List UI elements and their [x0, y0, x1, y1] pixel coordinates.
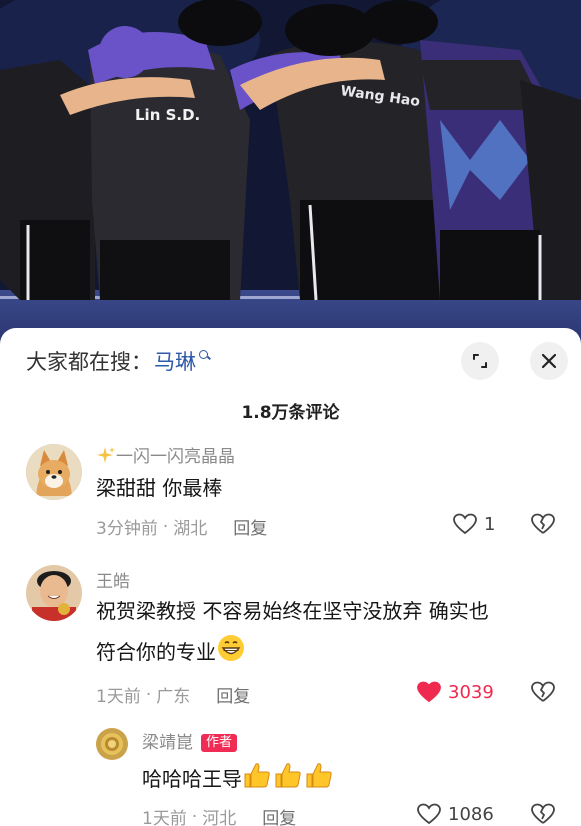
trending-search-term[interactable]: 马琳 — [154, 346, 196, 376]
comment-time: 1天前 — [96, 687, 141, 707]
like-count: 1 — [484, 513, 496, 535]
comment-sheet: 大家都在搜： 马琳 1.8万条评论 一闪一闪亮晶晶 梁甜甜 你最棒 3分钟前 ·… — [0, 328, 581, 826]
reply-button[interactable]: 回复 — [233, 514, 267, 539]
comment-meta: 3分钟前 · 湖北 回复 — [96, 514, 267, 540]
like-count: 1086 — [448, 803, 494, 825]
comment-text: 哈哈哈王导 — [142, 767, 242, 791]
video-frame[interactable]: Lin S.D. Wang Hao — [0, 0, 581, 345]
comment-time: 3分钟前 — [96, 519, 158, 539]
comment-meta: 1天前 · 河北 回复 — [142, 804, 296, 826]
author-badge: 作者 — [201, 734, 238, 752]
avatar[interactable] — [26, 444, 82, 500]
comment-location: 河北 — [202, 809, 237, 826]
like-count: 3039 — [448, 681, 494, 703]
comment-text-line: 符合你的专业 — [96, 633, 246, 672]
comment-time: 1天前 — [142, 809, 187, 826]
broken-heart-icon — [531, 803, 555, 824]
search-icon — [199, 350, 211, 362]
reply-button[interactable]: 回复 — [216, 682, 250, 707]
comment-location: 广东 — [156, 687, 191, 707]
thumbs-up-icon — [242, 760, 338, 799]
like-button[interactable]: 3039 — [416, 680, 494, 704]
comment-username[interactable]: 梁靖崑 作者 — [142, 728, 238, 753]
meta-separator: · — [162, 516, 169, 537]
comment-meta: 1天前 · 广东 回复 — [96, 682, 250, 708]
grinning-face-icon — [216, 633, 246, 672]
like-button[interactable]: 1086 — [416, 802, 494, 826]
dislike-button[interactable] — [530, 512, 556, 540]
reply-button[interactable]: 回复 — [262, 804, 296, 826]
close-button[interactable] — [530, 342, 568, 380]
team-huddle-image: Lin S.D. Wang Hao — [0, 0, 581, 345]
expand-button[interactable] — [461, 342, 499, 380]
meta-separator: · — [191, 806, 198, 826]
avatar[interactable] — [26, 565, 82, 621]
close-icon — [541, 353, 557, 369]
expand-icon — [473, 354, 487, 368]
heart-filled-icon — [417, 681, 441, 703]
heart-outline-icon — [417, 803, 441, 825]
comment-text: 梁甜甜 你最棒 — [96, 476, 223, 500]
gold-medal-avatar-image — [96, 728, 128, 760]
comment-location: 湖北 — [173, 519, 208, 539]
svg-text:Lin S.D.: Lin S.D. — [135, 106, 200, 124]
comment-username[interactable]: 一闪一闪亮晶晶 — [96, 442, 235, 471]
comment-text-line: 哈哈哈王导 — [142, 760, 338, 799]
dislike-button[interactable] — [530, 680, 556, 708]
like-button[interactable]: 1 — [452, 512, 495, 536]
comment-text-line: 祝贺梁教授 不容易始终在坚守没放弃 确实也 — [96, 599, 489, 623]
comment-text: 符合你的专业 — [96, 640, 216, 664]
broken-heart-icon — [531, 513, 555, 534]
comments-count: 1.8万条评论 — [241, 403, 340, 423]
meta-separator: · — [145, 684, 152, 705]
avatar[interactable] — [96, 728, 128, 760]
shiba-dog-avatar-image — [26, 444, 82, 500]
sparkles-icon — [96, 446, 116, 471]
comment-username[interactable]: 王皓 — [96, 567, 130, 592]
trending-search-label: 大家都在搜： — [26, 350, 152, 374]
heart-outline-icon — [453, 513, 477, 535]
dislike-button[interactable] — [530, 802, 556, 826]
broken-heart-icon — [531, 681, 555, 702]
user-photo-avatar-image — [26, 565, 82, 621]
trending-search[interactable]: 大家都在搜： 马琳 — [26, 346, 211, 376]
